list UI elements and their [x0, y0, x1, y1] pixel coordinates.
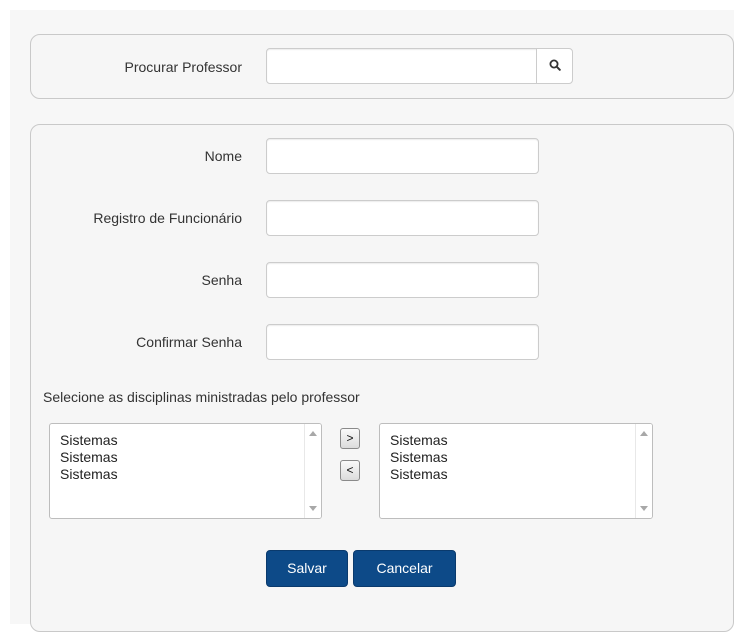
scrollbar[interactable] [635, 424, 652, 518]
password-field[interactable] [266, 262, 539, 298]
name-field[interactable] [266, 138, 539, 174]
confirm-password-label: Confirmar Senha [136, 334, 242, 350]
selected-disciplines-list[interactable]: Sistemas Sistemas Sistemas [379, 423, 653, 519]
scroll-down-icon[interactable] [309, 506, 317, 511]
move-left-button[interactable]: < [340, 460, 360, 481]
scrollbar[interactable] [304, 424, 321, 518]
search-button[interactable] [536, 48, 573, 84]
move-right-button[interactable]: > [340, 428, 360, 449]
disciplines-title: Selecione as disciplinas ministradas pel… [43, 389, 360, 405]
save-button[interactable]: Salvar [266, 550, 348, 587]
list-item[interactable]: Sistemas [60, 449, 118, 466]
list-item[interactable]: Sistemas [60, 432, 118, 449]
list-item[interactable]: Sistemas [390, 466, 448, 483]
scroll-down-icon[interactable] [640, 506, 648, 511]
list-item[interactable]: Sistemas [390, 449, 448, 466]
confirm-password-field[interactable] [266, 324, 539, 360]
scroll-up-icon[interactable] [309, 431, 317, 436]
employee-registration-field[interactable] [266, 200, 539, 236]
cancel-button[interactable]: Cancelar [353, 550, 456, 587]
available-disciplines-list[interactable]: Sistemas Sistemas Sistemas [49, 423, 322, 519]
scroll-up-icon[interactable] [640, 431, 648, 436]
search-icon [549, 58, 561, 74]
list-item[interactable]: Sistemas [390, 432, 448, 449]
password-label: Senha [201, 272, 242, 288]
employee-registration-label: Registro de Funcionário [93, 210, 242, 226]
list-item[interactable]: Sistemas [60, 466, 118, 483]
search-input[interactable] [266, 48, 538, 84]
search-label: Procurar Professor [124, 59, 242, 75]
name-label: Nome [204, 148, 242, 164]
